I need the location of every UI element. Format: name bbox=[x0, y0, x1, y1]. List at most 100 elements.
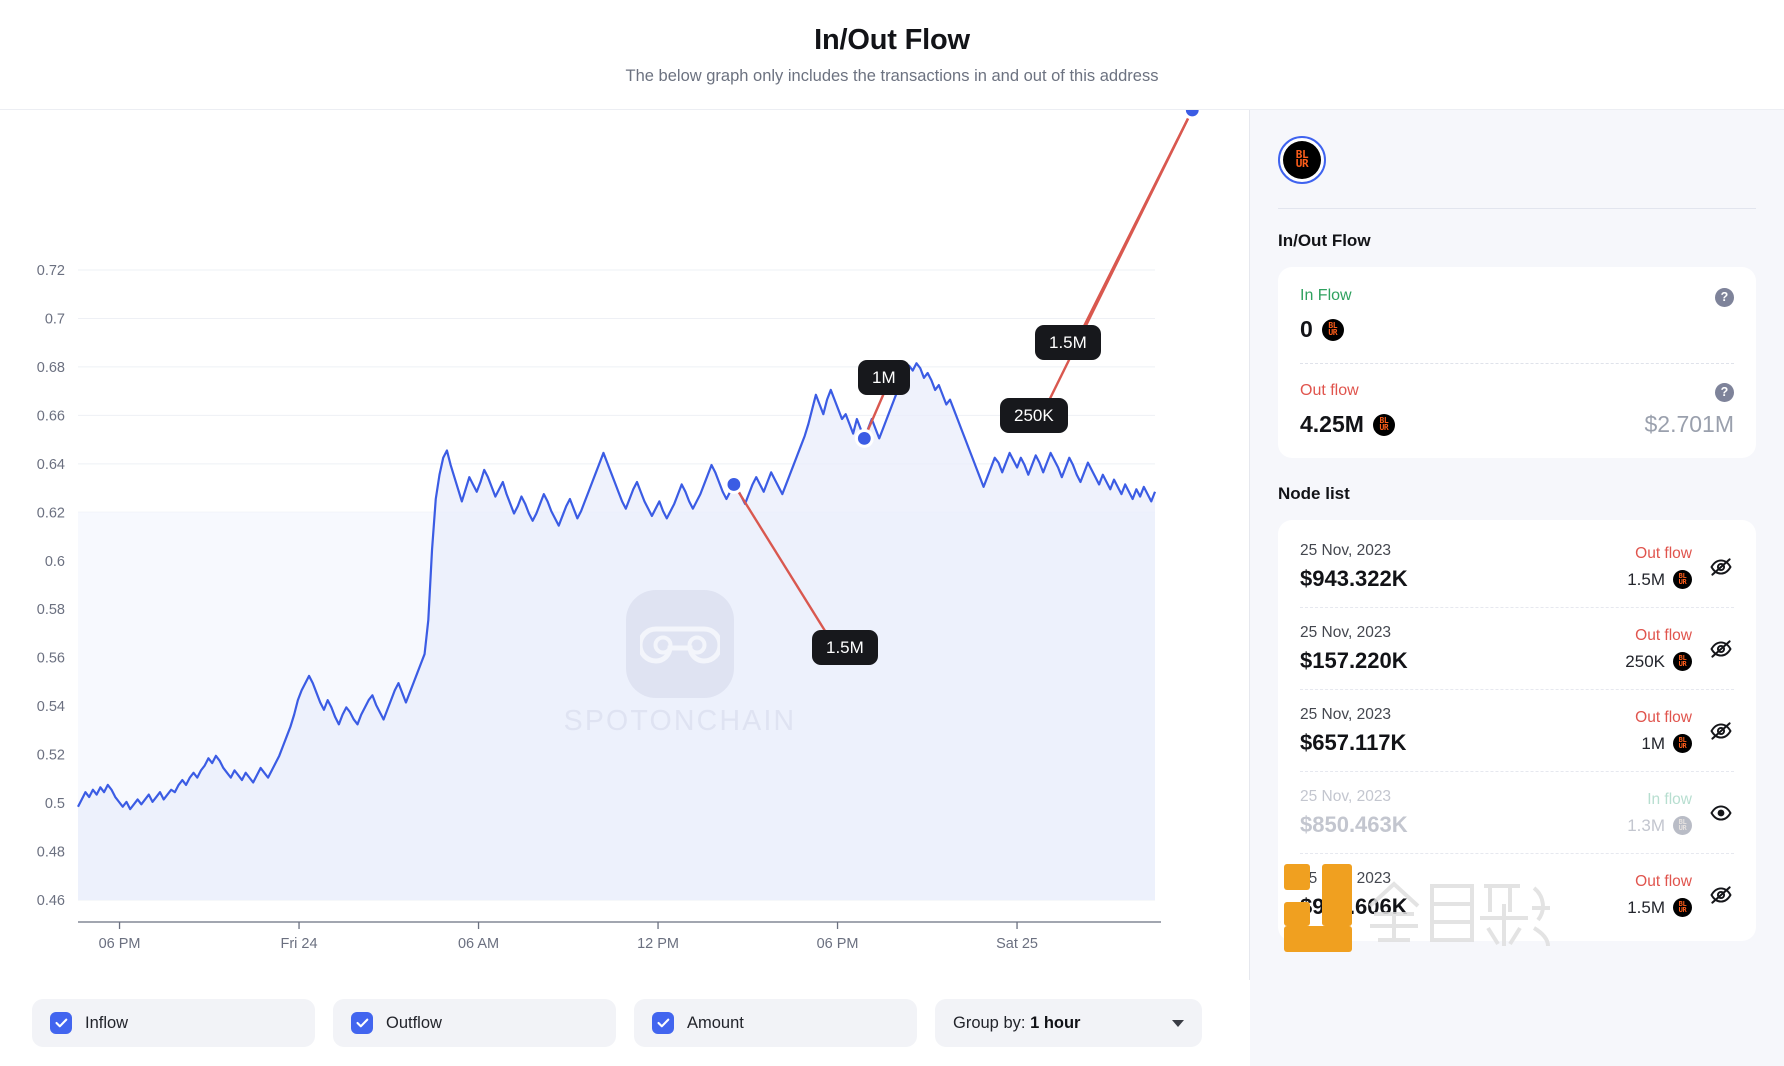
node-amount-group: 1.5M BL UR bbox=[1627, 570, 1692, 590]
x-axis-tick-label: 06 PM bbox=[817, 936, 859, 952]
chart-annotation[interactable]: 1.5M bbox=[1035, 325, 1101, 360]
y-axis-tick-label: 0.64 bbox=[37, 457, 65, 473]
in-flow-amount-group: 0 BL UR bbox=[1300, 316, 1344, 343]
chart-canvas: 0.72 0.7 0.68 0.66 0.64 0.62 0.6 0.58 0.56 0.54 0.… bbox=[37, 110, 1202, 952]
amount-checkbox[interactable] bbox=[652, 1012, 674, 1034]
blur-token-icon: BL UR bbox=[1673, 898, 1692, 917]
chart-annotation[interactable]: 250K bbox=[1000, 398, 1068, 433]
amount-label: Amount bbox=[687, 1013, 744, 1032]
blur-token-icon: BL UR bbox=[1673, 570, 1692, 589]
node-amount-group: 1.3M BL UR bbox=[1627, 816, 1692, 836]
node-flow-type: Out flow bbox=[1635, 544, 1692, 562]
chart-pane: 0.72 0.7 0.68 0.66 0.64 0.62 0.6 0.58 0.56 0.54 0.… bbox=[0, 110, 1250, 1066]
blur-token-icon: BL UR bbox=[1673, 734, 1692, 753]
check-icon bbox=[355, 1018, 368, 1028]
outflow-label: Outflow bbox=[386, 1013, 442, 1032]
y-axis-tick-label: 0.68 bbox=[37, 360, 65, 376]
y-axis-tick-label: 0.58 bbox=[37, 602, 65, 618]
node-flow-type: In flow bbox=[1647, 790, 1692, 808]
sidebar-divider bbox=[1278, 208, 1756, 209]
y-axis-tick-label: 0.54 bbox=[37, 699, 65, 715]
page-body: 0.72 0.7 0.68 0.66 0.64 0.62 0.6 0.58 0.56 0.54 0.… bbox=[0, 110, 1784, 1066]
eye-icon[interactable] bbox=[1708, 803, 1734, 823]
node-amount: 250K bbox=[1625, 651, 1665, 671]
chart-annotation[interactable]: 1.5M bbox=[812, 630, 878, 665]
y-axis-tick-label: 0.7 bbox=[45, 311, 65, 327]
y-axis-tick-label: 0.62 bbox=[37, 505, 65, 521]
out-flow-help-icon[interactable]: ? bbox=[1715, 383, 1734, 402]
toggle-inflow[interactable]: Inflow bbox=[32, 999, 315, 1047]
node-info: 25 Nov, 2023 $943.606K bbox=[1300, 870, 1408, 920]
eye-off-icon[interactable] bbox=[1708, 885, 1734, 905]
node-amount-group: 250K BL UR bbox=[1625, 652, 1692, 672]
chart-event-marker[interactable] bbox=[857, 432, 871, 445]
toggle-amount[interactable]: Amount bbox=[634, 999, 917, 1047]
blur-token-icon: BL UR bbox=[1283, 141, 1321, 179]
avatar-token-mark: BL UR bbox=[1295, 148, 1309, 170]
node-info: 25 Nov, 2023 $157.220K bbox=[1300, 624, 1408, 674]
page-subtitle: The below graph only includes the transa… bbox=[625, 66, 1159, 85]
node-usd-value: $157.220K bbox=[1300, 648, 1408, 673]
chart-annotation[interactable]: 1M bbox=[858, 360, 910, 395]
node-info: 25 Nov, 2023 $657.117K bbox=[1300, 706, 1406, 756]
node-list-item[interactable]: 25 Nov, 2023 $943.322K Out flow 1.5M BL U… bbox=[1300, 526, 1734, 608]
node-list-title: Node list bbox=[1278, 484, 1350, 503]
chart-controls: Inflow Outflow Amount Group by: 1 hour bbox=[0, 980, 1250, 1066]
page-header: In/Out Flow The below graph only include… bbox=[0, 0, 1784, 110]
flow-chart[interactable]: 0.72 0.7 0.68 0.66 0.64 0.62 0.6 0.58 0.56 0.54 0.… bbox=[0, 110, 1250, 980]
node-amount: 1M bbox=[1641, 733, 1665, 753]
in-flow-label: In Flow bbox=[1300, 287, 1352, 304]
node-usd-value: $943.322K bbox=[1300, 566, 1408, 591]
check-icon bbox=[54, 1018, 67, 1028]
node-amount-group: 1.5M BL UR bbox=[1627, 898, 1692, 918]
check-icon bbox=[656, 1018, 669, 1028]
x-axis-tick-label: Sat 25 bbox=[996, 936, 1038, 952]
node-flow-type: Out flow bbox=[1635, 872, 1692, 890]
node-list-item[interactable]: 25 Nov, 2023 $850.463K In flow 1.3M BL UR bbox=[1300, 772, 1734, 854]
y-axis-tick-label: 0.5 bbox=[45, 796, 65, 812]
node-amount: 1.3M bbox=[1627, 815, 1665, 835]
y-axis-tick-label: 0.52 bbox=[37, 748, 65, 764]
y-axis-tick-label: 0.46 bbox=[37, 893, 65, 909]
node-flow-type: Out flow bbox=[1635, 626, 1692, 644]
blur-token-icon: BL UR bbox=[1673, 816, 1692, 835]
node-list-item[interactable]: 25 Nov, 2023 $657.117K Out flow 1M BL UR bbox=[1300, 690, 1734, 772]
node-flow-type: Out flow bbox=[1635, 708, 1692, 726]
chart-event-marker[interactable] bbox=[727, 478, 741, 491]
in-flow-row: In Flow ? 0 BL UR bbox=[1300, 287, 1734, 343]
out-flow-amount: 4.25M bbox=[1300, 411, 1364, 437]
outflow-checkbox[interactable] bbox=[351, 1012, 373, 1034]
out-flow-usd: $2.701M bbox=[1644, 411, 1734, 437]
blur-token-icon: BL UR bbox=[1673, 652, 1692, 671]
x-axis-tick-label: 06 PM bbox=[99, 936, 141, 952]
eye-off-icon[interactable] bbox=[1708, 721, 1734, 741]
node-date: 25 Nov, 2023 bbox=[1300, 706, 1392, 723]
node-amount: 1.5M bbox=[1627, 569, 1665, 589]
node-date: 25 Nov, 2023 bbox=[1300, 870, 1392, 887]
node-list-item[interactable]: 25 Nov, 2023 $157.220K Out flow 250K BL U… bbox=[1300, 608, 1734, 690]
inout-flow-section-title: In/Out Flow bbox=[1278, 231, 1371, 250]
toggle-outflow[interactable]: Outflow bbox=[333, 999, 616, 1047]
chevron-down-icon[interactable] bbox=[1172, 1019, 1184, 1027]
y-axis-tick-label: 0.56 bbox=[37, 651, 65, 667]
inflow-checkbox[interactable] bbox=[50, 1012, 72, 1034]
node-info: 25 Nov, 2023 $850.463K bbox=[1300, 788, 1408, 838]
in-flow-amount: 0 bbox=[1300, 316, 1313, 342]
eye-off-icon[interactable] bbox=[1708, 639, 1734, 659]
node-meta: Out flow 1M BL UR bbox=[1635, 709, 1734, 754]
node-date: 25 Nov, 2023 bbox=[1300, 624, 1392, 641]
node-meta: Out flow 1.5M BL UR bbox=[1627, 873, 1734, 918]
group-by-prefix: Group by: bbox=[953, 1013, 1026, 1032]
group-by-dropdown[interactable]: Group by: 1 hour bbox=[935, 999, 1202, 1047]
node-amount: 1.5M bbox=[1627, 897, 1665, 917]
node-list-item[interactable]: 25 Nov, 2023 $943.606K Out flow 1.5M BL U… bbox=[1300, 854, 1734, 935]
page-title: In/Out Flow bbox=[814, 23, 970, 56]
out-flow-amount-group: 4.25M BL UR bbox=[1300, 411, 1395, 438]
node-usd-value: $657.117K bbox=[1300, 730, 1407, 755]
y-axis-tick-label: 0.72 bbox=[37, 263, 65, 279]
node-date: 25 Nov, 2023 bbox=[1300, 788, 1392, 805]
avatar[interactable]: BL UR bbox=[1278, 136, 1326, 184]
in-flow-help-icon[interactable]: ? bbox=[1715, 288, 1734, 307]
eye-off-icon[interactable] bbox=[1708, 557, 1734, 577]
node-info: 25 Nov, 2023 $943.322K bbox=[1300, 542, 1408, 592]
